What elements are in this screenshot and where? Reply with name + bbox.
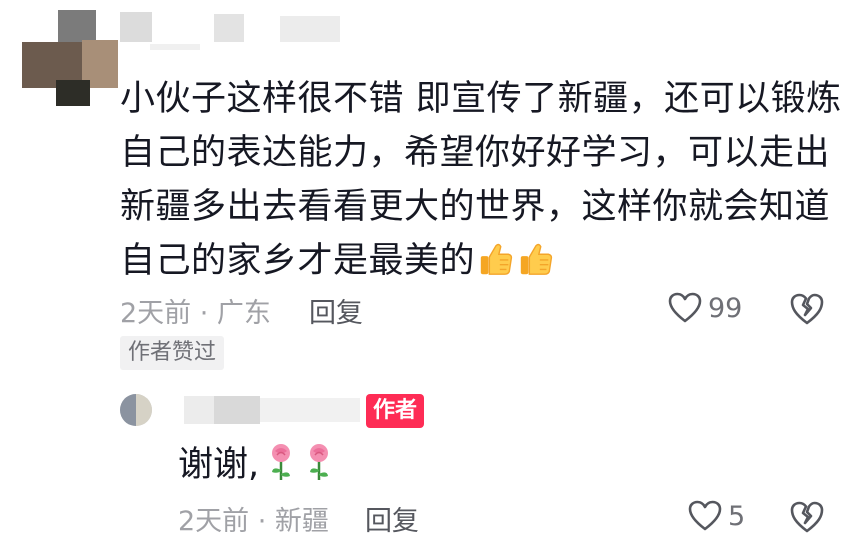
reply-button[interactable]: 回复 <box>309 291 363 330</box>
thumbs-up-emoji <box>520 243 553 275</box>
broken-heart-icon <box>790 501 824 533</box>
username-redacted <box>280 16 340 42</box>
username-redacted <box>260 398 360 422</box>
reply-avatar[interactable] <box>120 394 152 426</box>
heart-outline-icon <box>688 500 722 531</box>
username-redacted <box>184 396 214 424</box>
reply-time-location: 2天前 · 新疆 <box>178 505 329 537</box>
like-button[interactable]: 5 <box>688 500 745 532</box>
heart-outline-icon <box>668 292 702 323</box>
reply-text-content: 谢谢, <box>178 445 260 485</box>
comment-text: 小伙子这样很不错 即宣传了新疆，还可以锻炼 自己的表达能力，希望你好好学习，可以… <box>120 72 842 288</box>
username-redacted <box>120 12 152 42</box>
username-redacted <box>214 396 260 424</box>
author-liked-tag: 作者赞过 <box>120 336 225 370</box>
rose-emoji <box>272 444 291 480</box>
comment-line-last: 自己的家乡才是最美的 <box>120 234 820 288</box>
username-redacted <box>214 14 244 42</box>
like-count: 99 <box>708 292 743 324</box>
author-badge: 作者 <box>366 394 425 428</box>
comment-line: 小伙子这样很不错 即宣传了新疆，还可以锻炼 <box>120 79 842 119</box>
dislike-button[interactable] <box>790 292 824 330</box>
comment-time-location: 2天前 · 广东 <box>120 297 271 329</box>
reply-meta: 2天前 · 新疆 回复 <box>178 498 419 538</box>
like-button[interactable]: 99 <box>668 292 742 324</box>
comment-line: 自己的家乡才是最美的 <box>120 241 476 281</box>
like-count: 5 <box>728 500 746 532</box>
username-redacted <box>150 44 200 50</box>
comment-line: 新疆多出去看看更大的世界，这样你就会知道 <box>120 187 831 227</box>
broken-heart-icon <box>790 293 824 325</box>
reply-button[interactable]: 回复 <box>365 499 419 538</box>
reply-text: 谢谢, <box>178 440 335 490</box>
thumbs-up-emoji <box>480 243 513 275</box>
avatar[interactable] <box>22 10 118 106</box>
rose-emoji <box>310 444 329 480</box>
comment-meta: 2天前 · 广东 回复 <box>120 290 363 330</box>
comment-line: 自己的表达能力，希望你好好学习，可以走出 <box>120 133 831 173</box>
dislike-button[interactable] <box>790 500 824 538</box>
